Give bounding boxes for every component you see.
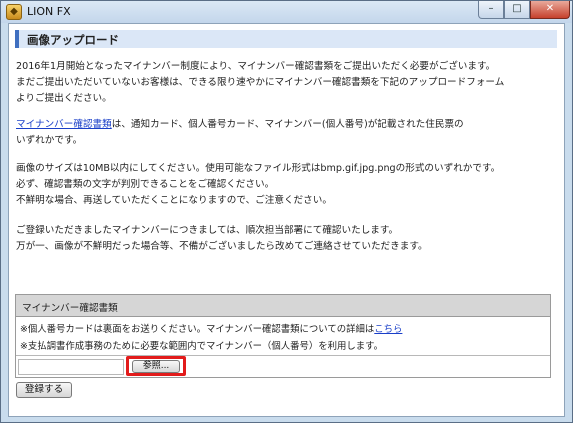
details-link[interactable]: こちら	[374, 324, 402, 335]
closing-line-1: ご登録いただきましたマイナンバーにつきましては、順次担当部署にて確認いたします。	[16, 225, 399, 236]
window-title: LION FX	[27, 5, 71, 18]
closing-line-2: 万が一、画像が不鮮明だった場合等、不備がございましたら改めてご連絡させていただき…	[16, 241, 428, 252]
rule-line-1: 画像のサイズは10MB以内にしてください。使用可能なファイル形式はbmp.gif…	[16, 163, 501, 174]
upload-panel-title: マイナンバー確認書類	[22, 303, 118, 314]
register-button[interactable]: 登録する	[16, 382, 72, 398]
doc-description-line-1: マイナンバー確認書類は、通知カード、個人番号カード、マイナンバー(個人番号)が記…	[16, 116, 464, 130]
upload-panel-header: マイナンバー確認書類	[16, 295, 550, 317]
rule-line-2: 必ず、確認書類の文字が判別できることをご確認ください。	[16, 179, 275, 190]
intro-line-2: まだご提出いただいていないお客様は、できる限り速やかにマイナンバー確認書類を下記…	[16, 77, 505, 88]
minimize-button[interactable]: –	[478, 1, 504, 19]
file-path-field[interactable]	[18, 359, 124, 375]
doc-description-text: は、通知カード、個人番号カード、マイナンバー(個人番号)が記載された住民票の	[111, 119, 464, 130]
upload-note-2: ※支払調書作成事務のために必要な範囲内でマイナンバー（個人番号）を利用します。	[20, 341, 383, 352]
page-title: 画像アップロード	[27, 33, 119, 47]
intro-line-1: 2016年1月開始となったマイナンバー制度により、マイナンバー確認書類をご提出い…	[16, 61, 496, 72]
browse-button[interactable]: 参照...	[132, 360, 180, 373]
app-window: ◆ LION FX – □ ✕ 画像アップロード 2016年1月開始となったマイ…	[0, 0, 573, 423]
close-button[interactable]: ✕	[530, 1, 570, 19]
file-input-row: 参照...	[16, 355, 550, 378]
browse-highlight: 参照...	[126, 356, 186, 376]
doc-link[interactable]: マイナンバー確認書類	[16, 119, 112, 130]
intro-line-3: よりご提出ください。	[16, 93, 112, 104]
rule-line-3: 不鮮明な場合、再送していただくことになりますので、ご注意ください。	[16, 195, 332, 206]
content-area: 画像アップロード 2016年1月開始となったマイナンバー制度により、マイナンバー…	[8, 23, 565, 417]
section-heading-bar: 画像アップロード	[15, 30, 557, 48]
upload-panel: マイナンバー確認書類 ※個人番号カードは裏面をお送りください。マイナンバー確認書…	[15, 294, 551, 378]
lion-app-icon: ◆	[6, 4, 22, 20]
maximize-button[interactable]: □	[504, 1, 530, 19]
title-bar[interactable]: ◆ LION FX – □ ✕	[1, 1, 572, 23]
upload-note-1-text: ※個人番号カードは裏面をお送りください。マイナンバー確認書類についての詳細は	[20, 324, 375, 335]
upload-note-1: ※個人番号カードは裏面をお送りください。マイナンバー確認書類についての詳細はこち…	[20, 321, 402, 335]
doc-description-line-2: いずれかです。	[16, 135, 83, 146]
